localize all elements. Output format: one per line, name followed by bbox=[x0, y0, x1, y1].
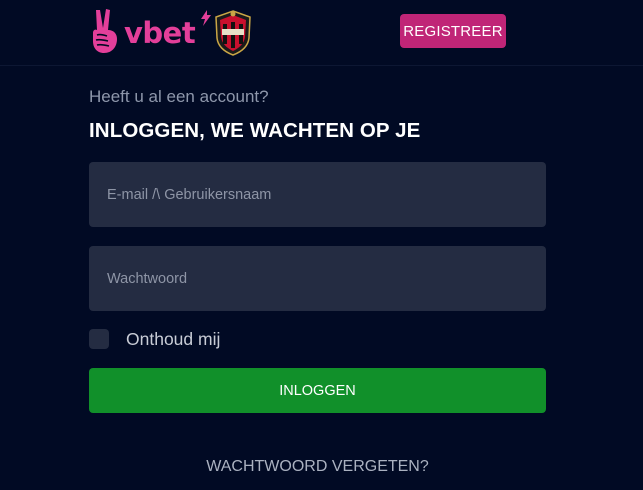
forgot-password-link[interactable]: WACHTWOORD VERGETEN? bbox=[89, 458, 546, 476]
register-button[interactable]: REGISTREER bbox=[400, 14, 506, 48]
club-crest-icon bbox=[215, 10, 251, 56]
remember-me-label: Onthoud mij bbox=[126, 328, 221, 349]
peace-hand-icon bbox=[93, 9, 117, 53]
email-username-input[interactable] bbox=[89, 162, 546, 227]
bolt-icon bbox=[201, 10, 211, 26]
account-question: Heeft u al een account? bbox=[89, 87, 269, 106]
vbet-logo[interactable]: vbet bbox=[90, 8, 255, 56]
password-input[interactable] bbox=[89, 246, 546, 311]
brand-name: vbet bbox=[124, 16, 196, 50]
remember-me-toggle[interactable]: Onthoud mij bbox=[89, 328, 220, 350]
header: vbet REGISTREER bbox=[0, 0, 643, 66]
login-page: vbet REGISTREER Heeft u al een account? … bbox=[0, 0, 643, 490]
login-button[interactable]: INLOGGEN bbox=[89, 368, 546, 413]
remember-me-checkbox[interactable] bbox=[89, 329, 109, 349]
page-title: INLOGGEN, WE WACHTEN OP JE bbox=[89, 119, 421, 142]
